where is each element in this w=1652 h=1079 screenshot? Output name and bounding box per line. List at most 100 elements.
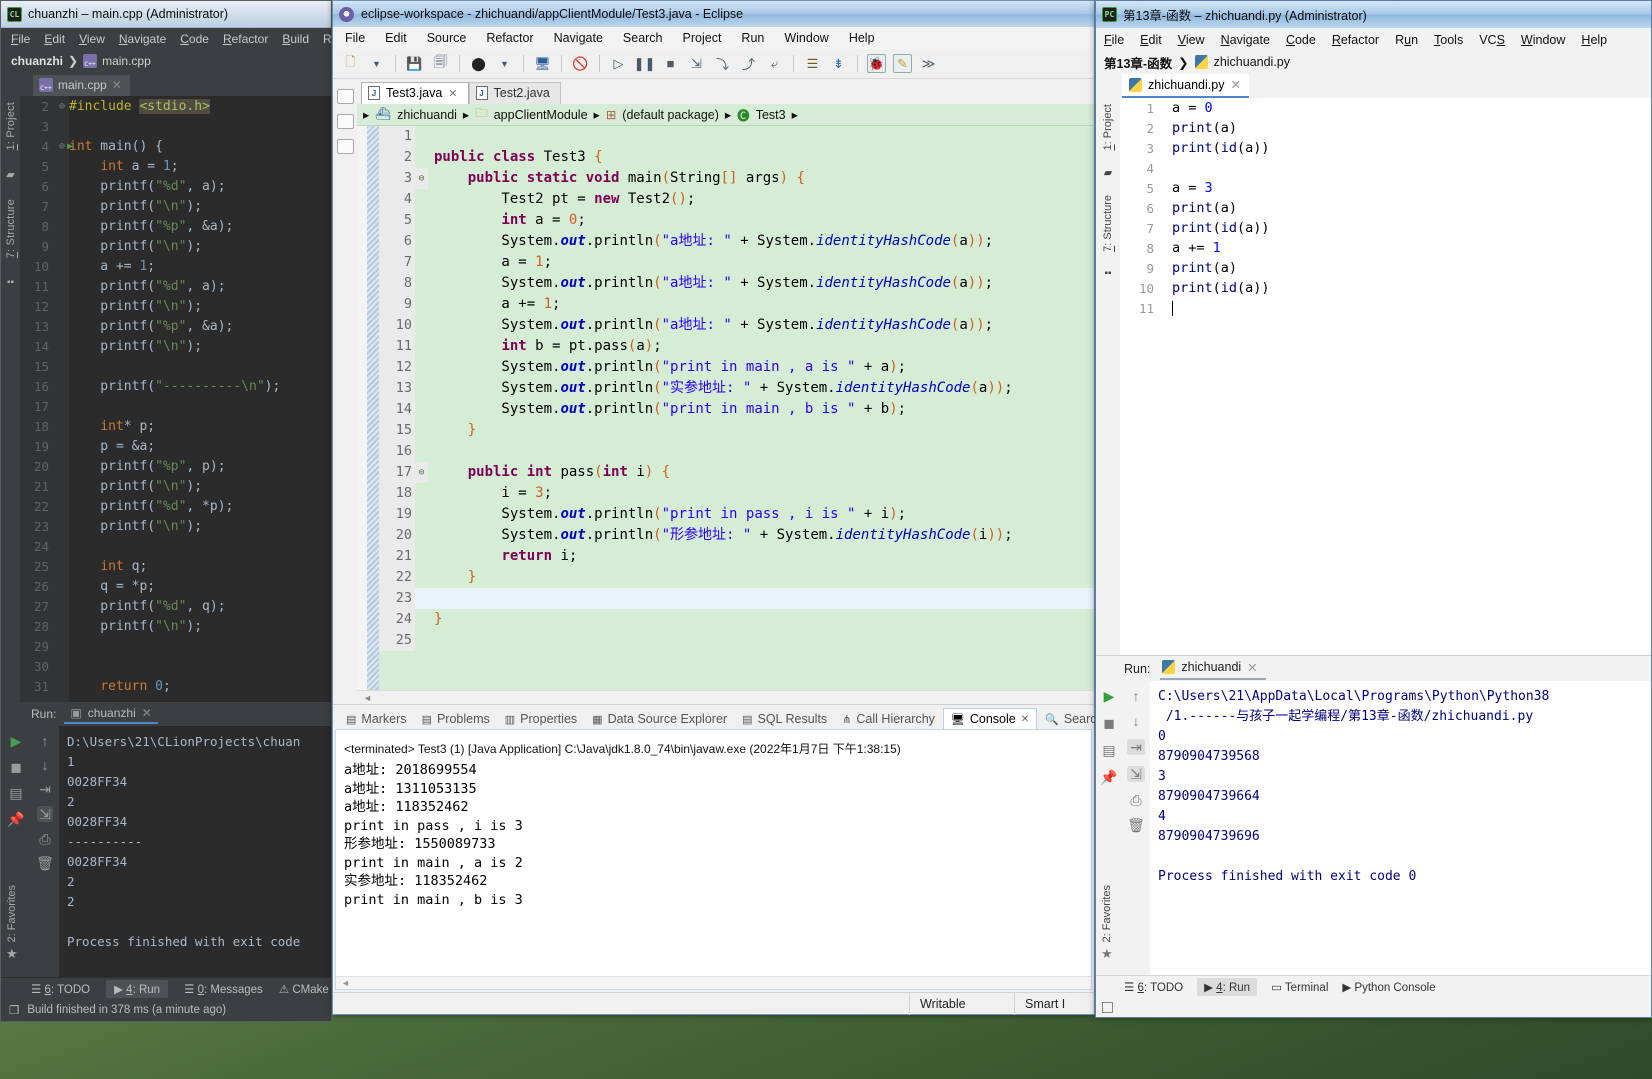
code-line[interactable]: 3 xyxy=(21,116,331,136)
pycharm-favorites-strip[interactable]: 2: Favorites ★ xyxy=(1101,885,1117,962)
pycharm-menu-tools[interactable]: Tools xyxy=(1434,33,1463,47)
code-line[interactable]: 22 printf("%d", *p); xyxy=(21,496,331,516)
code-line[interactable]: 10 print(id(a)) xyxy=(1120,278,1651,298)
rerun-icon[interactable]: ▶ xyxy=(1104,689,1115,703)
pycharm-menu-help[interactable]: Help xyxy=(1581,33,1607,47)
pycharm-code-lines[interactable]: 1 a = 0 2 print(a) 3 print(id(a)) 4 5 a = 3 6 prin… xyxy=(1120,98,1651,318)
eclipse-bottom-tab[interactable]: 🖥 Console ✕ xyxy=(942,708,1038,729)
pycharm-menu-navigate[interactable]: Navigate xyxy=(1221,33,1270,47)
code-line[interactable]: 11 xyxy=(1120,298,1651,318)
print-icon[interactable]: ⎙ xyxy=(1130,793,1141,807)
debug-perspective-icon[interactable]: 🐞 xyxy=(867,54,886,73)
user-icon[interactable]: ⬤ xyxy=(469,54,488,73)
code-line[interactable]: 24 xyxy=(21,536,331,556)
close-icon[interactable]: ✕ xyxy=(1230,77,1240,92)
clion-editor-tabs[interactable]: C++ main.cpp ✕ xyxy=(1,72,331,96)
code-line[interactable]: 9 a += 1; xyxy=(379,294,1094,315)
pycharm-run-config-tab[interactable]: zhichuandi ✕ xyxy=(1160,658,1266,680)
eclipse-console-body[interactable]: <terminated> Test3 (1) [Java Application… xyxy=(335,729,1092,990)
eclipse-console-hscrollbar[interactable]: ◄ xyxy=(336,976,1091,989)
eclipse-menu-edit[interactable]: Edit xyxy=(385,31,407,45)
clion-menu-file[interactable]: File xyxy=(11,32,30,46)
fold-marker[interactable]: ⊖ xyxy=(55,101,69,112)
clion-menu-run[interactable]: Ru xyxy=(323,32,331,46)
code-line[interactable]: 25 xyxy=(379,630,1094,651)
clion-breadcrumb-project[interactable]: chuanzhi xyxy=(11,54,63,68)
code-line[interactable]: 3 ⊖ public static void main(String[] args… xyxy=(379,168,1094,189)
code-line[interactable]: 4 Test2 pt = new Test2(); xyxy=(379,189,1094,210)
disconnect-icon[interactable]: ⇲ xyxy=(687,54,706,73)
code-line[interactable]: 20 printf("%p", p); xyxy=(21,456,331,476)
eclipse-bottom-tab[interactable]: ▤ Markers xyxy=(339,709,414,729)
code-line[interactable]: 13 printf("%p", &a); xyxy=(21,316,331,336)
stop-icon[interactable]: ◼ xyxy=(10,760,22,774)
code-line[interactable]: 9 print(a) xyxy=(1120,258,1651,278)
code-line[interactable]: 17 xyxy=(21,396,331,416)
pin-icon[interactable]: 📌 xyxy=(7,812,24,826)
pycharm-statustab-pyconsole[interactable]: ▶ Python Console xyxy=(1342,980,1435,994)
code-line[interactable]: 8 a += 1 xyxy=(1120,238,1651,258)
eclipse-menu-run[interactable]: Run xyxy=(741,31,764,45)
code-line[interactable]: 22 } xyxy=(379,567,1094,588)
code-line[interactable]: 1 xyxy=(379,126,1094,147)
pycharm-editor-tabs[interactable]: zhichuandi.py ✕ xyxy=(1096,73,1651,98)
soft-wrap-icon[interactable]: ⇥ xyxy=(39,782,51,796)
code-line[interactable]: 13 System.out.println("实参地址: " + System.… xyxy=(379,378,1094,399)
clion-left-toolstrip[interactable]: 1: Project ▰ 7: Structure ▪▪ xyxy=(1,96,21,702)
code-line[interactable]: 31 return 0; xyxy=(21,676,331,696)
last-edit-icon[interactable]: ⇟ xyxy=(829,54,848,73)
grid-icon[interactable]: ▪▪ xyxy=(7,277,14,288)
code-line[interactable]: 17 ⊖ public int pass(int i) { xyxy=(379,462,1094,483)
code-line[interactable]: 15 xyxy=(21,356,331,376)
step-into-icon[interactable]: ⤵ xyxy=(713,54,732,73)
grid-icon[interactable]: ▪▪ xyxy=(1104,268,1111,279)
clion-favorites-tab[interactable]: 2: Favorites xyxy=(6,885,18,942)
pycharm-breadcrumb-file[interactable]: zhichuandi.py xyxy=(1214,55,1290,69)
arrow-up-icon[interactable]: ↑ xyxy=(42,734,49,748)
code-line[interactable]: 12 printf("\n"); xyxy=(21,296,331,316)
code-line[interactable]: 20 System.out.println("形参地址: " + System.… xyxy=(379,525,1094,546)
resume-icon[interactable]: ▷ xyxy=(609,54,628,73)
eclipse-editor-hscrollbar[interactable]: ◄ xyxy=(357,690,1094,704)
clion-run-toolbar-2[interactable]: ↑ ↓ ⇥ ⇲ ⎙ 🗑 xyxy=(31,726,59,977)
code-line[interactable]: 16 printf("----------\n"); xyxy=(21,376,331,396)
eclipse-toolbar[interactable]: 🗋 ▼ 💾 🗐 ⬤ ▼ 🖥 🚫 ▷ ❚❚ ■ ⇲ ⤵ ⤴ ⤶ ☰ ⇟ 🐞 ✎ ≫ xyxy=(333,49,1094,79)
code-line[interactable]: 7 printf("\n"); xyxy=(21,196,331,216)
code-line[interactable]: 10 a += 1; xyxy=(21,256,331,276)
pycharm-menu-edit[interactable]: Edit xyxy=(1140,33,1162,47)
eclipse-bottom-tab[interactable]: ▤ SQL Results xyxy=(735,709,834,729)
code-line[interactable]: 6 System.out.println("a地址: " + System.id… xyxy=(379,231,1094,252)
pycharm-left-strip[interactable]: 1: Project ▰ 7: Structure ▪▪ xyxy=(1096,98,1120,655)
code-line[interactable]: 8 System.out.println("a地址: " + System.id… xyxy=(379,273,1094,294)
clion-statustab-cmake[interactable]: ⚠ CMake xyxy=(279,982,329,996)
eclipse-menu-search[interactable]: Search xyxy=(623,31,663,45)
close-icon[interactable]: ✕ xyxy=(1247,660,1257,675)
console-view-icon[interactable]: 🖥 xyxy=(533,54,552,73)
code-line[interactable]: 1 a = 0 xyxy=(1120,98,1651,118)
next-annotation-icon[interactable]: ☰ xyxy=(803,54,822,73)
fold-marker[interactable]: ⊖ xyxy=(415,462,428,483)
code-line[interactable]: 5 int a = 1; xyxy=(21,156,331,176)
clion-menubar[interactable]: File Edit View Navigate Code Refactor Bu… xyxy=(1,28,331,50)
clion-run-config-tab[interactable]: ▣ chuanzhi ✕ xyxy=(64,704,158,724)
arrow-down-icon[interactable]: ↓ xyxy=(1133,714,1140,728)
pycharm-favorites-tab[interactable]: 2: Favorites xyxy=(1101,885,1113,942)
rerun-icon[interactable]: ▶ xyxy=(11,734,22,748)
eclipse-menu-source[interactable]: Source xyxy=(427,31,467,45)
run-gutter-icon[interactable]: ▶ xyxy=(67,141,73,152)
layout-icon[interactable]: ▤ xyxy=(9,786,22,800)
save-icon[interactable]: 💾 xyxy=(405,54,424,73)
sidebar-item-structure[interactable]: 7: Structure xyxy=(5,199,17,258)
code-line[interactable]: 19 System.out.println("print in pass , i… xyxy=(379,504,1094,525)
clion-menu-edit[interactable]: Edit xyxy=(44,32,65,46)
code-line[interactable]: 18 i = 3; xyxy=(379,483,1094,504)
code-line[interactable]: 29 xyxy=(21,636,331,656)
clion-window[interactable]: CL chuanzhi – main.cpp (Administrator) F… xyxy=(0,0,332,1022)
eclipse-menu-help[interactable]: Help xyxy=(849,31,875,45)
code-line[interactable]: 24} xyxy=(379,609,1094,630)
clion-breadcrumb-file[interactable]: main.cpp xyxy=(102,54,151,68)
eclipse-menu-refactor[interactable]: Refactor xyxy=(486,31,533,45)
pycharm-menu-view[interactable]: View xyxy=(1178,33,1205,47)
eclipse-window[interactable]: eclipse-workspace - zhichuandi/appClient… xyxy=(332,0,1097,1015)
code-line[interactable]: 5 a = 3 xyxy=(1120,178,1651,198)
